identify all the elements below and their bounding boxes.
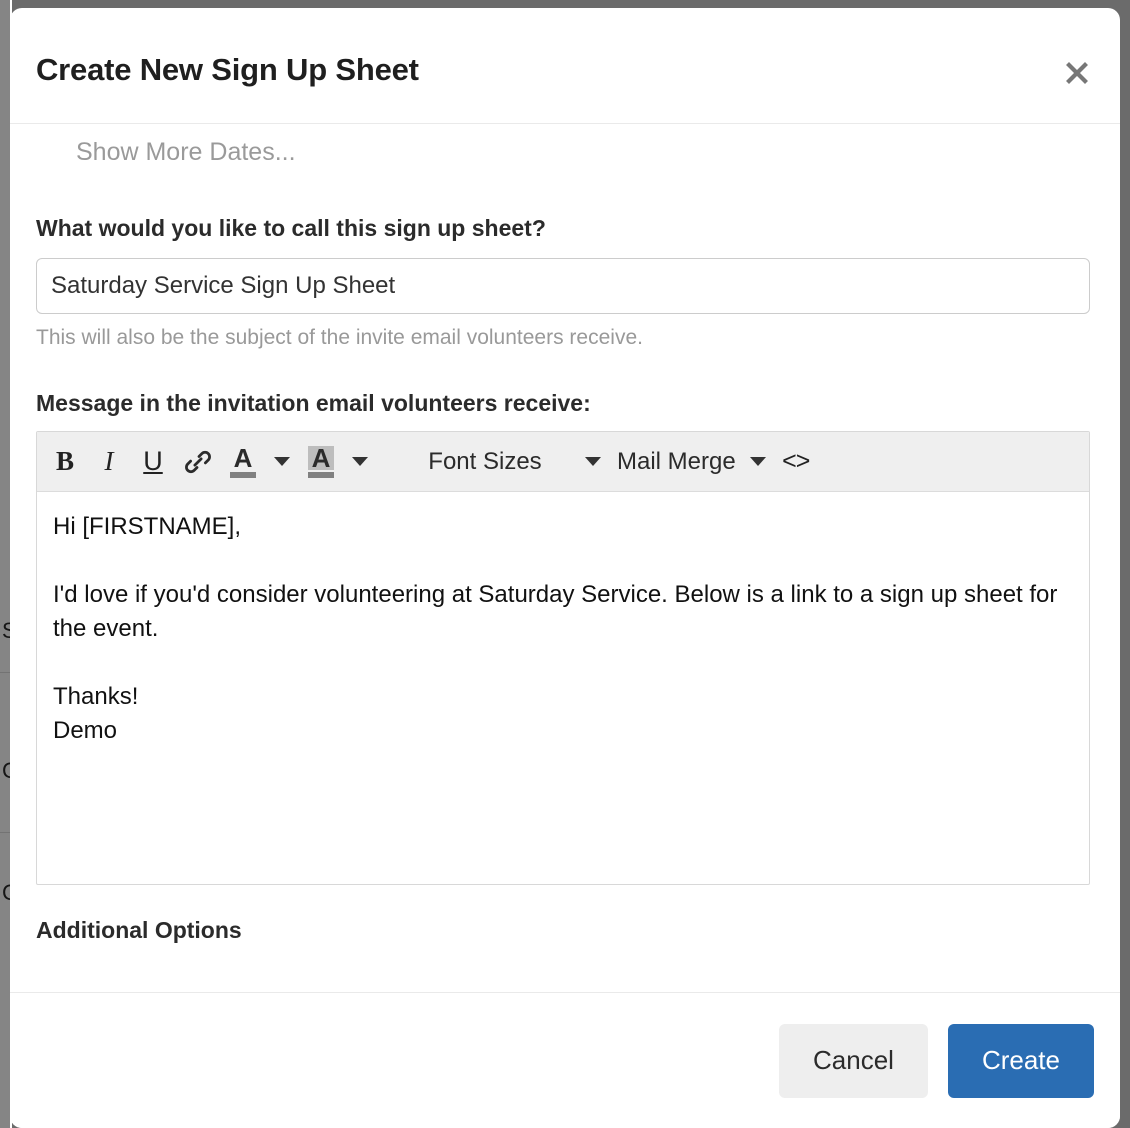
message-label: Message in the invitation email voluntee… [36,390,591,416]
source-code-icon[interactable]: <> [774,439,818,485]
text-color-letter: A [233,442,253,473]
highlight-color-letter: A [307,445,335,471]
editor-toolbar: B I U A A Font Sizes Mail Merge <> [37,432,1089,492]
font-sizes-dropdown[interactable]: Font Sizes [377,439,609,485]
text-color-button[interactable]: A [221,439,265,485]
sheet-name-input[interactable] [36,258,1090,314]
highlight-color-button[interactable]: A [299,439,343,485]
link-icon[interactable] [175,439,221,485]
chevron-down-icon [749,457,766,466]
additional-options-heading: Additional Options [36,917,242,943]
message-editor-content[interactable]: Hi [FIRSTNAME], I'd love if you'd consid… [37,492,1089,884]
dialog-title: Create New Sign Up Sheet [36,52,419,87]
close-icon[interactable] [1060,56,1094,90]
dialog-body: Show More Dates... What would you like t… [10,124,1120,992]
sheet-name-label: What would you like to call this sign up… [36,215,546,241]
show-more-dates-link[interactable]: Show More Dates... [76,138,1094,167]
mail-merge-label: Mail Merge [617,447,736,475]
create-button[interactable]: Create [947,1023,1094,1098]
highlight-color-swatch [308,471,334,478]
italic-button[interactable]: I [87,439,131,485]
dialog-footer: Cancel Create [10,992,1120,1128]
dialog-header: Create New Sign Up Sheet [10,8,1120,124]
highlight-color-chevron-down-icon[interactable] [343,439,377,485]
rich-text-editor: B I U A A Font Sizes Mail Merge <> Hi [F… [36,431,1090,885]
cancel-button[interactable]: Cancel [779,1023,928,1098]
sheet-name-help-text: This will also be the subject of the inv… [36,326,643,349]
modal-overlay[interactable] [0,0,10,1128]
text-color-swatch [230,471,256,478]
chevron-down-icon [585,457,601,466]
bold-button[interactable]: B [43,439,87,485]
mail-merge-dropdown[interactable]: Mail Merge [609,439,774,485]
create-sign-up-sheet-dialog: Create New Sign Up Sheet Show More Dates… [10,8,1120,1128]
text-color-chevron-down-icon[interactable] [265,439,299,485]
underline-button[interactable]: U [131,439,175,485]
font-sizes-label: Font Sizes [428,447,542,475]
